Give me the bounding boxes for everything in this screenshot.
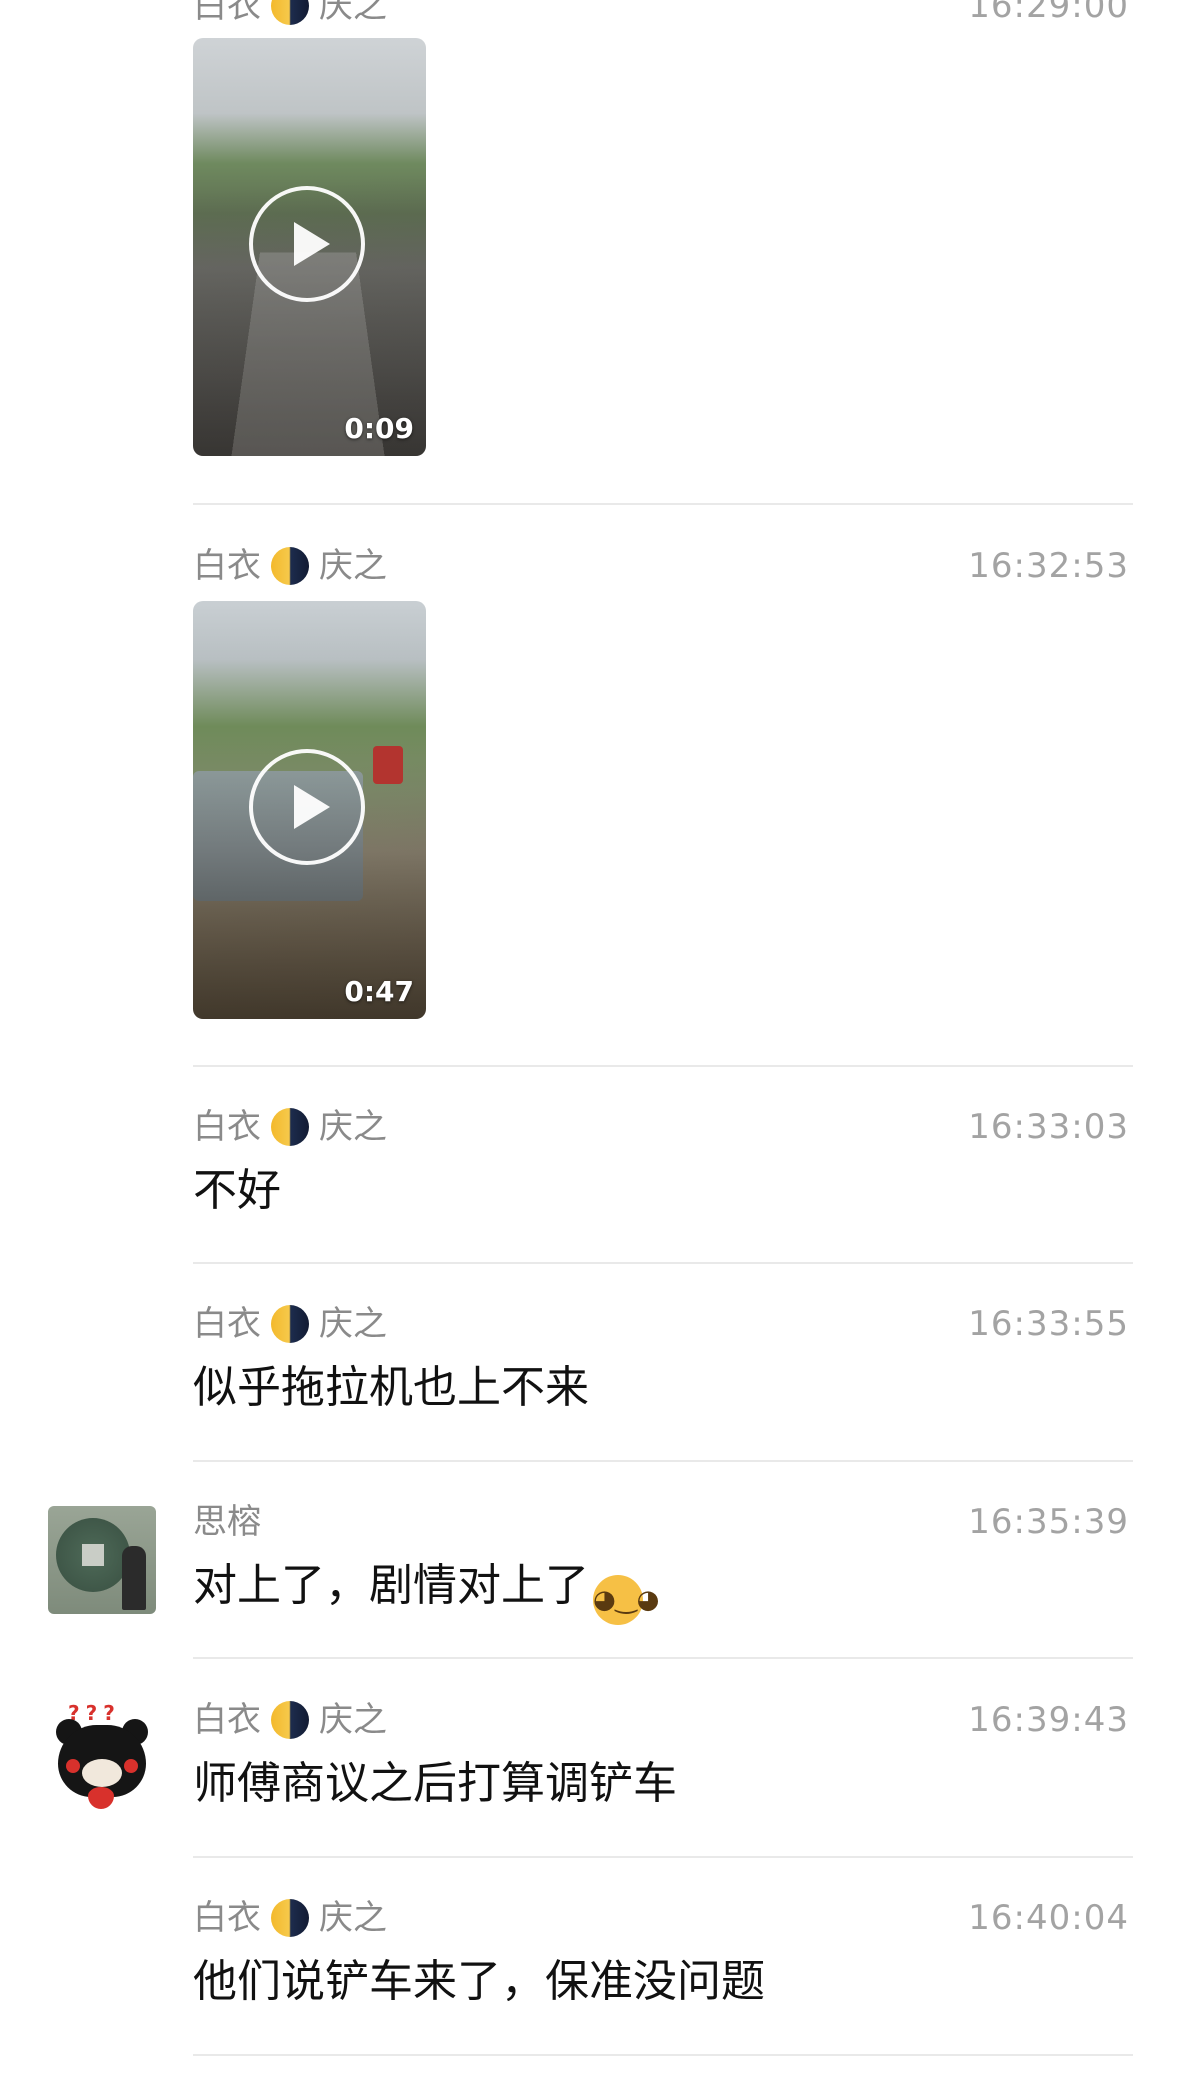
video-duration: 0:09: [344, 412, 414, 445]
video-duration: 0:47: [344, 975, 414, 1008]
sender-name-part: 庆之: [319, 1107, 387, 1147]
play-button[interactable]: [249, 749, 365, 865]
crescent-moon-icon: [271, 1899, 309, 1937]
sender-name: 白衣 庆之: [193, 546, 387, 586]
sender-name-part: 白衣: [193, 1700, 261, 1740]
sender-name-part: 白衣: [193, 0, 261, 26]
kumamon-avatar[interactable]: ???: [48, 1701, 156, 1809]
sender-name: 思榕: [193, 1502, 261, 1542]
sender-name-part: 白衣: [193, 1304, 261, 1344]
message-text: 他们说铲车来了，保准没问题: [193, 1956, 765, 2007]
message-divider: [193, 1856, 1133, 1858]
sender-name-part: 庆之: [319, 1304, 387, 1344]
message-text: 不好: [193, 1165, 281, 1216]
sender-name-part: 白衣: [193, 546, 261, 586]
coin-hole: [82, 1544, 104, 1566]
bear-muzzle: [82, 1759, 122, 1787]
play-button[interactable]: [249, 186, 365, 302]
message-text: 似乎拖拉机也上不来: [193, 1362, 589, 1413]
sender-name-part: 庆之: [319, 1898, 387, 1938]
message-divider: [193, 1065, 1133, 1067]
ancient-coin-avatar[interactable]: [48, 1506, 156, 1614]
message-divider: [193, 1262, 1133, 1264]
video-message-thumbnail[interactable]: 0:09: [193, 38, 426, 456]
crescent-moon-icon: [271, 1108, 309, 1146]
bear-cheek: [124, 1759, 138, 1773]
sender-name-part: 白衣: [193, 1898, 261, 1938]
message-time: 16:35:39: [968, 1502, 1129, 1542]
sender-name-part: 庆之: [319, 1700, 387, 1740]
message-time: 16:40:04: [968, 1898, 1129, 1938]
play-icon: [294, 222, 330, 266]
sender-name: 白衣 庆之: [193, 1107, 387, 1147]
message-divider: [193, 1460, 1133, 1462]
crescent-moon-icon: [271, 1701, 309, 1739]
sender-name-part: 庆之: [319, 546, 387, 586]
video-frame-tractor: [373, 746, 403, 784]
bear-cheek: [66, 1759, 80, 1773]
sender-name: 白衣 庆之: [193, 0, 387, 26]
doge-emoji-icon: ◕‿◕: [593, 1575, 659, 1625]
strawberry-icon: [88, 1787, 114, 1809]
message-text: 对上了，剧情对上了 ◕‿◕: [193, 1558, 659, 1625]
sender-name: 白衣 庆之: [193, 1898, 387, 1938]
message-time: 16:29:00: [968, 0, 1129, 26]
person-figure: [122, 1546, 146, 1610]
message-divider: [193, 2054, 1133, 2056]
sender-name-part: 庆之: [319, 0, 387, 26]
crescent-moon-icon: [271, 0, 309, 25]
message-time: 16:32:53: [968, 546, 1129, 586]
message-text: 师傅商议之后打算调铲车: [193, 1758, 677, 1809]
message-divider: [193, 503, 1133, 505]
video-message-thumbnail[interactable]: 0:47: [193, 601, 426, 1019]
sender-name-part: 思榕: [193, 1502, 261, 1542]
sender-name: 白衣 庆之: [193, 1700, 387, 1740]
sender-name-part: 白衣: [193, 1107, 261, 1147]
message-divider: [193, 1657, 1133, 1659]
message-time: 16:33:55: [968, 1304, 1129, 1344]
message-text-content: 对上了，剧情对上了: [193, 1560, 589, 1611]
message-time: 16:39:43: [968, 1700, 1129, 1740]
sender-name: 白衣 庆之: [193, 1304, 387, 1344]
play-icon: [294, 785, 330, 829]
crescent-moon-icon: [271, 1305, 309, 1343]
crescent-moon-icon: [271, 547, 309, 585]
message-time: 16:33:03: [968, 1107, 1129, 1147]
